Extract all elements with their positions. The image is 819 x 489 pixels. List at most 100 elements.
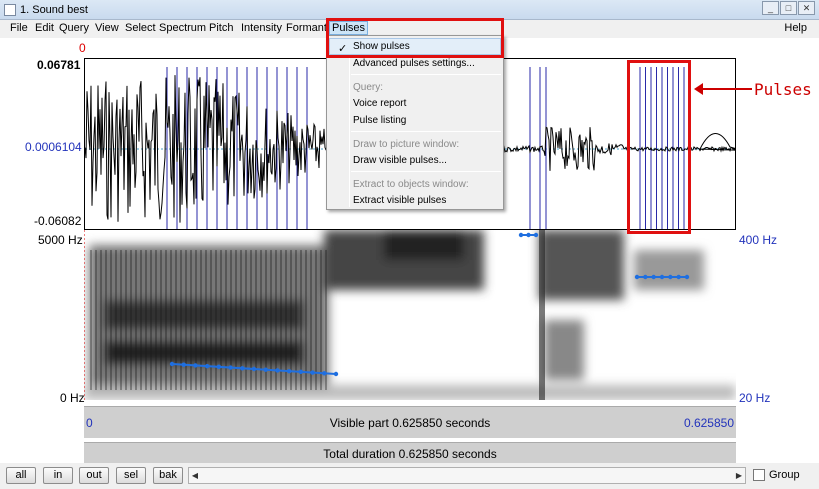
zoom-out-button[interactable]: out: [79, 467, 109, 484]
striation: [140, 250, 142, 390]
striation: [205, 250, 207, 390]
striation: [285, 250, 287, 390]
group-label: Group: [769, 469, 800, 481]
window-title: 1. Sound best: [20, 4, 88, 16]
menu-edit[interactable]: Edit: [33, 22, 56, 34]
pitch-point: [228, 365, 233, 370]
striation: [300, 250, 302, 390]
pulses-dropdown-menu: ✓ Show pulses Advanced pulses settings..…: [326, 35, 504, 210]
striation: [130, 250, 132, 390]
pitch-point: [204, 363, 210, 369]
pitch-point: [240, 366, 245, 371]
striation: [95, 250, 97, 390]
pitch-point: [181, 362, 186, 367]
menu-separator: [351, 74, 501, 75]
striation: [325, 250, 327, 390]
striation: [195, 250, 197, 390]
scroll-right-icon[interactable]: ▶: [733, 468, 745, 483]
pitch-point: [310, 370, 315, 375]
zoom-in-button[interactable]: in: [43, 467, 73, 484]
striation: [320, 250, 322, 390]
menu-item-voice-report[interactable]: Voice report: [353, 98, 406, 109]
striation: [150, 250, 152, 390]
annotation-arrow-line: [700, 88, 752, 90]
pitch-point: [275, 368, 280, 373]
striation: [165, 250, 167, 390]
striation: [225, 250, 227, 390]
pitch-point: [286, 368, 292, 374]
menu-item-draw-visible-pulses[interactable]: Draw visible pulses...: [353, 155, 447, 166]
striation: [100, 250, 102, 390]
pitch-axis-bottom: 20 Hz: [739, 391, 771, 405]
menu-file[interactable]: File: [8, 22, 30, 34]
annotation-highlight-menu: [326, 18, 504, 58]
spectrogram-freq-top: 5000 Hz: [38, 233, 83, 247]
menu-item-pulse-listing[interactable]: Pulse listing: [353, 115, 406, 126]
pitch-point: [263, 367, 268, 372]
pitch-point: [676, 274, 681, 280]
striation: [125, 250, 127, 390]
waveform-y-mid: 0.0006104: [25, 140, 82, 154]
zoom-sel-button[interactable]: sel: [116, 467, 146, 484]
menu-query[interactable]: Query: [57, 22, 91, 34]
pitch-point: [643, 274, 648, 280]
close-button[interactable]: ✕: [798, 1, 815, 15]
striation: [145, 250, 147, 390]
spectrogram-panel[interactable]: [84, 230, 736, 400]
title-bar: 1. Sound best _ □ ✕: [0, 0, 819, 20]
menu-intensity[interactable]: Intensity: [239, 22, 284, 34]
striation: [160, 250, 162, 390]
menu-formant[interactable]: Formant: [284, 22, 329, 34]
pitch-point: [216, 364, 222, 370]
group-checkbox[interactable]: [753, 469, 765, 481]
menu-help[interactable]: Help: [782, 22, 809, 34]
pitch-point: [322, 371, 327, 376]
pitch-point: [518, 232, 524, 238]
group-toggle[interactable]: Group: [753, 469, 800, 481]
striation: [315, 250, 317, 390]
annotation-callout: Pulses: [754, 80, 812, 99]
total-duration-text: Total duration 0.625850 seconds: [323, 447, 497, 461]
menu-header-query: Query:: [353, 82, 384, 93]
pitch-point: [251, 366, 257, 372]
menu-item-advanced-pulses[interactable]: Advanced pulses settings...: [353, 58, 475, 69]
striation: [115, 250, 117, 390]
striation: [295, 250, 297, 390]
visible-part-bar[interactable]: 0 Visible part 0.625850 seconds 0.625850: [84, 406, 736, 438]
menu-header-draw: Draw to picture window:: [353, 139, 460, 150]
striation: [210, 250, 212, 390]
spectrogram-plot: [84, 230, 736, 400]
striation: [110, 250, 112, 390]
pitch-axis-top: 400 Hz: [739, 233, 778, 247]
striation: [290, 250, 292, 390]
burst: [539, 230, 545, 400]
striation: [200, 250, 202, 390]
maximize-button[interactable]: □: [780, 1, 797, 15]
pitch-point: [634, 274, 640, 280]
zoom-all-button[interactable]: all: [6, 467, 36, 484]
menu-separator: [351, 131, 501, 132]
striation: [120, 250, 122, 390]
pitch-point: [533, 232, 539, 238]
menu-select[interactable]: Select: [123, 22, 158, 34]
pitch-point: [651, 274, 656, 280]
striation: [170, 250, 172, 390]
minimize-button[interactable]: _: [762, 1, 779, 15]
waveform-y-min: -0.06082: [34, 214, 82, 228]
menu-spectrum[interactable]: Spectrum: [157, 22, 208, 34]
scroll-left-icon[interactable]: ◀: [189, 468, 201, 483]
striation: [220, 250, 222, 390]
pitch-point: [668, 274, 673, 280]
time-scrollbar[interactable]: ◀ ▶: [188, 467, 746, 484]
striation: [105, 250, 107, 390]
menu-item-extract-visible-pulses[interactable]: Extract visible pulses: [353, 195, 446, 206]
pitch-point: [298, 369, 304, 375]
total-duration-bar[interactable]: Total duration 0.625850 seconds: [84, 442, 736, 463]
striation: [155, 250, 157, 390]
striation: [305, 250, 307, 390]
menu-pitch[interactable]: Pitch: [207, 22, 235, 34]
menu-view[interactable]: View: [93, 22, 121, 34]
zoom-back-button[interactable]: bak: [153, 467, 183, 484]
striation: [310, 250, 312, 390]
waveform-y-max: 0.06781: [37, 58, 81, 72]
